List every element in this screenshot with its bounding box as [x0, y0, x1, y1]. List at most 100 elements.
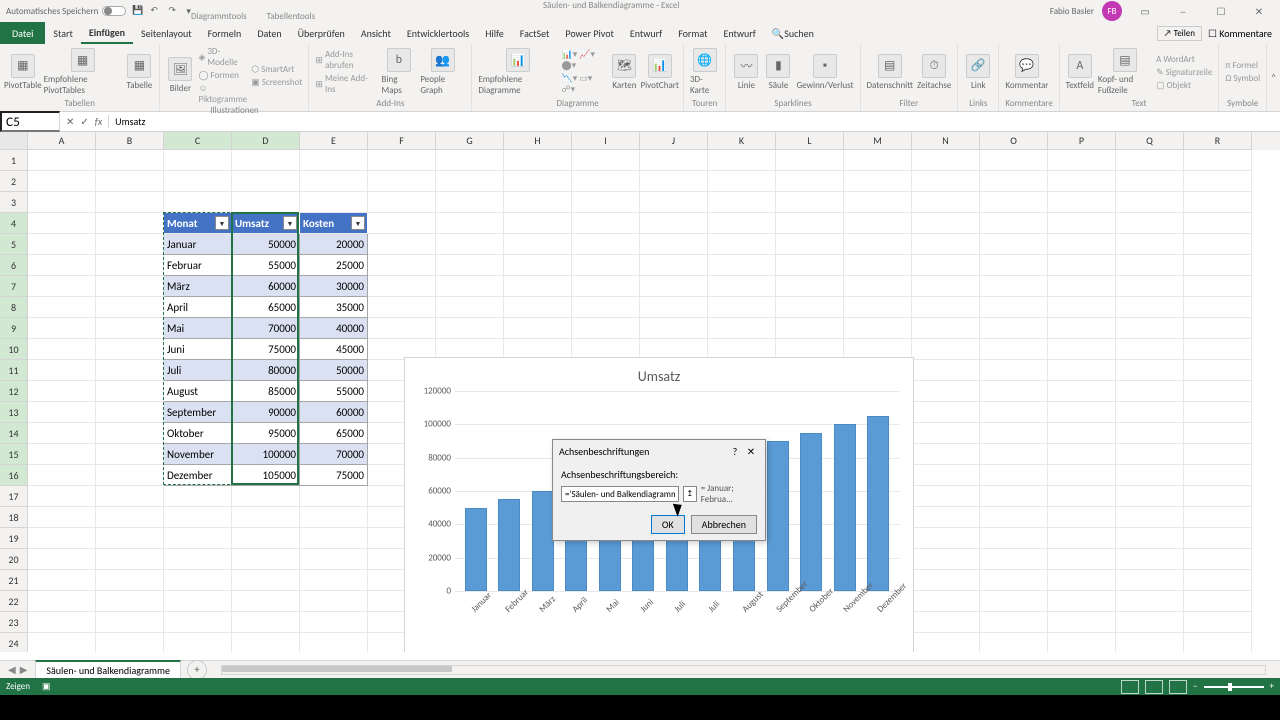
macro-record-icon[interactable]: ▣ — [42, 681, 51, 692]
table-cell[interactable]: 90000 — [232, 402, 300, 423]
cell[interactable] — [96, 612, 164, 633]
table-cell[interactable]: 50000 — [300, 360, 368, 381]
cell[interactable] — [1048, 633, 1116, 652]
cell[interactable] — [708, 171, 776, 192]
row-header-5[interactable]: 5 — [0, 234, 28, 255]
cell[interactable] — [504, 276, 572, 297]
cell[interactable] — [436, 192, 504, 213]
cell[interactable] — [980, 276, 1048, 297]
cell[interactable] — [300, 486, 368, 507]
sparkline-column-button[interactable]: ▮Säule — [764, 54, 792, 91]
table-cell[interactable]: November — [164, 444, 232, 465]
cell[interactable] — [1184, 171, 1252, 192]
table-button[interactable]: ▦Tabelle — [125, 54, 153, 91]
formula-input[interactable]: Umsatz — [109, 115, 1280, 128]
tab-file[interactable]: Datei — [0, 22, 45, 44]
table-cell[interactable]: 95000 — [232, 423, 300, 444]
cell[interactable] — [1184, 150, 1252, 171]
row-header-16[interactable]: 16 — [0, 465, 28, 486]
cell[interactable] — [640, 171, 708, 192]
cell[interactable] — [980, 192, 1048, 213]
cell[interactable] — [96, 192, 164, 213]
tab-formeln[interactable]: Formeln — [200, 22, 250, 44]
cell[interactable] — [436, 318, 504, 339]
cell[interactable] — [912, 591, 980, 612]
timeline-button[interactable]: ⏱Zeitachse — [917, 54, 951, 91]
row-header-10[interactable]: 10 — [0, 339, 28, 360]
cell[interactable] — [1048, 213, 1116, 234]
cell[interactable] — [232, 528, 300, 549]
cell[interactable] — [1184, 318, 1252, 339]
cell[interactable] — [300, 507, 368, 528]
textbox-button[interactable]: ATextfeld — [1066, 54, 1094, 91]
col-header-G[interactable]: G — [436, 132, 504, 150]
table-cell[interactable]: 40000 — [300, 318, 368, 339]
chart-bar[interactable] — [498, 499, 520, 591]
col-header-M[interactable]: M — [844, 132, 912, 150]
cell[interactable] — [300, 591, 368, 612]
cell[interactable] — [504, 192, 572, 213]
cell[interactable] — [1116, 402, 1184, 423]
ribbon-options-icon[interactable]: ▭ — [1130, 1, 1160, 21]
cell[interactable] — [708, 255, 776, 276]
cell[interactable] — [368, 297, 436, 318]
cell[interactable] — [912, 276, 980, 297]
cell[interactable] — [1048, 234, 1116, 255]
cell[interactable] — [436, 171, 504, 192]
cell[interactable] — [912, 507, 980, 528]
cell[interactable] — [640, 192, 708, 213]
col-header-Q[interactable]: Q — [1116, 132, 1184, 150]
object-button[interactable]: ▢ Objekt — [1156, 80, 1212, 91]
col-header-F[interactable]: F — [368, 132, 436, 150]
row-header-13[interactable]: 13 — [0, 402, 28, 423]
table-cell[interactable]: 60000 — [300, 402, 368, 423]
cell[interactable] — [28, 381, 96, 402]
cell[interactable] — [96, 423, 164, 444]
cell[interactable] — [368, 318, 436, 339]
cell[interactable] — [96, 234, 164, 255]
cell[interactable] — [504, 213, 572, 234]
cell[interactable] — [96, 444, 164, 465]
cell[interactable] — [300, 549, 368, 570]
table-cell[interactable]: 60000 — [232, 276, 300, 297]
cell[interactable] — [640, 255, 708, 276]
cell[interactable] — [1116, 423, 1184, 444]
cell[interactable] — [164, 171, 232, 192]
cell[interactable] — [1116, 234, 1184, 255]
row-header-7[interactable]: 7 — [0, 276, 28, 297]
cell[interactable] — [1116, 507, 1184, 528]
cell[interactable] — [232, 549, 300, 570]
cell[interactable] — [164, 486, 232, 507]
row-header-4[interactable]: 4 — [0, 213, 28, 234]
cell[interactable] — [912, 192, 980, 213]
cell[interactable] — [504, 150, 572, 171]
tab-hilfe[interactable]: Hilfe — [477, 22, 512, 44]
cell[interactable] — [96, 360, 164, 381]
cell[interactable] — [912, 171, 980, 192]
table-cell[interactable]: 75000 — [300, 465, 368, 486]
cell[interactable] — [1048, 339, 1116, 360]
cell[interactable] — [28, 507, 96, 528]
cell[interactable] — [96, 213, 164, 234]
recommended-pivot-button[interactable]: ▦Empfohlene PivotTables — [44, 48, 122, 96]
cell[interactable] — [1184, 423, 1252, 444]
row-header-19[interactable]: 19 — [0, 528, 28, 549]
tab-seitenlayout[interactable]: Seitenlayout — [133, 22, 200, 44]
cell[interactable] — [1048, 444, 1116, 465]
tab-einfuegen[interactable]: Einfügen — [81, 22, 133, 44]
cell[interactable] — [844, 150, 912, 171]
cell[interactable] — [1048, 318, 1116, 339]
cell[interactable] — [1184, 507, 1252, 528]
cell[interactable] — [1048, 591, 1116, 612]
cell[interactable] — [844, 213, 912, 234]
cell[interactable] — [776, 297, 844, 318]
zoom-out-icon[interactable]: − — [1193, 681, 1197, 692]
cell[interactable] — [28, 255, 96, 276]
recommended-charts-button[interactable]: 📊Empfohlene Diagramme — [478, 48, 557, 96]
close-icon[interactable]: ✕ — [1244, 1, 1274, 21]
cell[interactable] — [1048, 612, 1116, 633]
3d-models-button[interactable]: ◈ 3D-Modelle — [198, 46, 247, 68]
cell[interactable] — [776, 255, 844, 276]
table-cell[interactable]: Januar — [164, 234, 232, 255]
signature-button[interactable]: ✎ Signaturzeile — [1156, 67, 1212, 78]
